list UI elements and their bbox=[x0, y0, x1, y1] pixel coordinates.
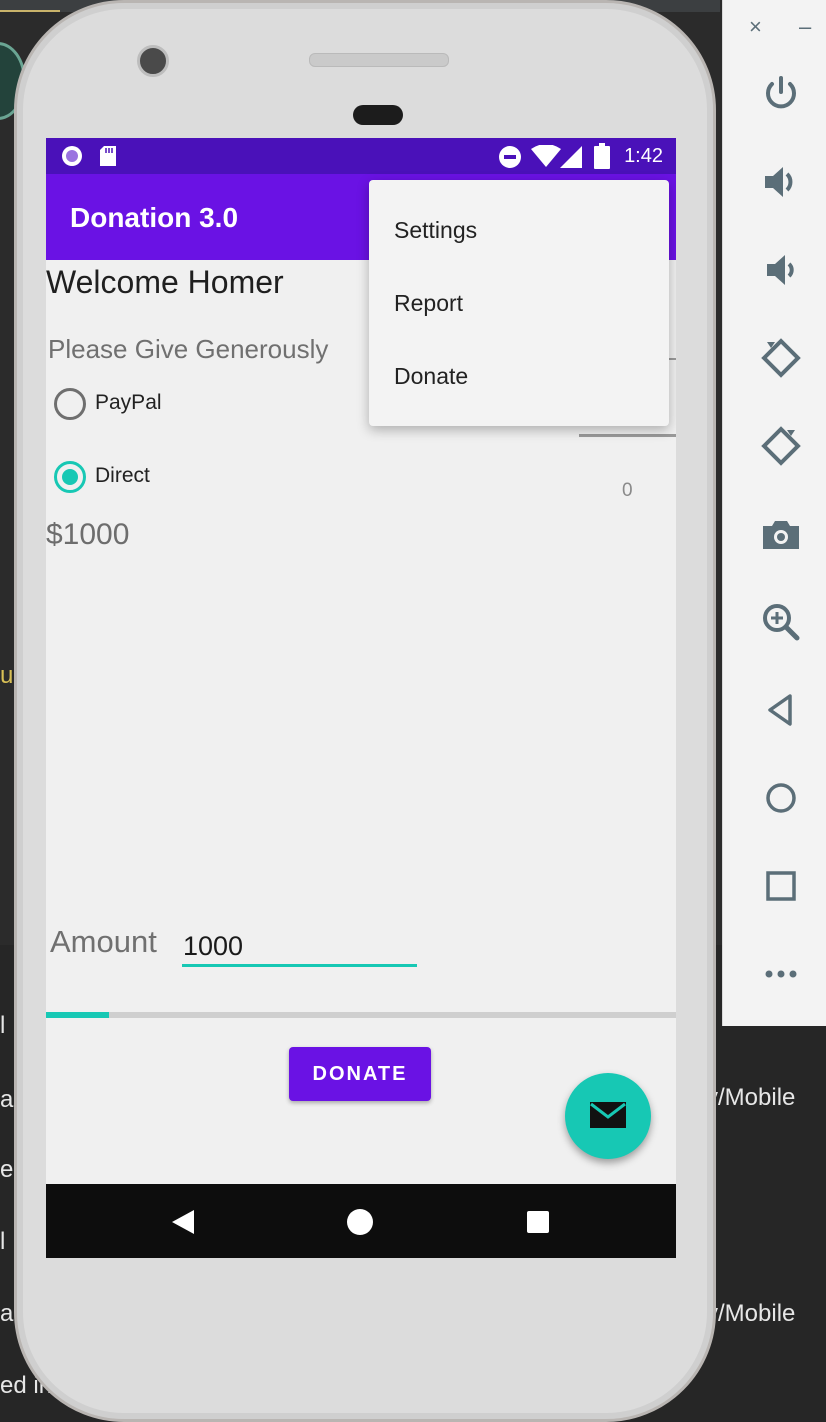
radio-button-unchecked[interactable] bbox=[54, 388, 86, 420]
camera-icon[interactable] bbox=[759, 512, 803, 556]
sd-card-icon bbox=[100, 146, 116, 166]
progress-fill bbox=[46, 1012, 109, 1018]
radio-button-checked[interactable] bbox=[54, 461, 86, 493]
status-time: 1:42 bbox=[624, 145, 663, 167]
app-title: Donation 3.0 bbox=[70, 202, 239, 233]
overflow-menu: Settings Report Donate bbox=[369, 180, 669, 426]
front-camera bbox=[137, 45, 169, 77]
back-icon[interactable] bbox=[759, 688, 803, 732]
emulator-toolbar: × – bbox=[722, 0, 826, 1026]
ide-text-line: e bbox=[0, 1156, 14, 1183]
nav-home-icon[interactable] bbox=[346, 1208, 374, 1236]
ide-text-line: a bbox=[0, 1300, 14, 1327]
earpiece-speaker bbox=[309, 53, 449, 67]
radio-label: PayPal bbox=[95, 391, 162, 414]
overview-icon[interactable] bbox=[759, 864, 803, 908]
power-icon[interactable] bbox=[759, 72, 803, 116]
donate-button[interactable]: DONATE bbox=[289, 1047, 431, 1101]
ide-text-line: u bbox=[0, 662, 14, 689]
nav-overview-icon[interactable] bbox=[526, 1210, 550, 1234]
system-nav-bar bbox=[46, 1184, 676, 1258]
ide-text-line: l bbox=[0, 1012, 6, 1039]
minimize-emulator-button[interactable]: – bbox=[799, 14, 811, 40]
number-picker-value[interactable]: 0 bbox=[622, 480, 633, 502]
close-emulator-button[interactable]: × bbox=[749, 14, 762, 40]
amount-label: Amount bbox=[50, 924, 157, 959]
nav-back-icon[interactable] bbox=[170, 1208, 196, 1236]
more-icon[interactable] bbox=[759, 952, 803, 996]
rotate-right-icon[interactable] bbox=[759, 424, 803, 468]
menu-item-donate[interactable]: Donate bbox=[394, 363, 468, 390]
ide-path-fragment: y/Mobile bbox=[706, 1084, 796, 1111]
home-icon[interactable] bbox=[759, 776, 803, 820]
menu-item-report[interactable]: Report bbox=[394, 290, 463, 317]
device-screen: 1:42 Donation 3.0 Welcome Homer Please G… bbox=[46, 138, 676, 1258]
subtitle-text: Please Give Generously bbox=[48, 334, 329, 364]
status-bar: 1:42 bbox=[46, 138, 676, 174]
battery-icon bbox=[594, 143, 610, 169]
amount-input[interactable] bbox=[182, 928, 417, 967]
signal-icon bbox=[560, 146, 582, 168]
volume-up-icon[interactable] bbox=[759, 160, 803, 204]
circle-icon bbox=[62, 146, 82, 166]
radio-label: Direct bbox=[95, 464, 150, 487]
ide-text-line: a bbox=[0, 1086, 14, 1113]
ide-text-line: l bbox=[0, 1228, 6, 1255]
total-amount: $1000 bbox=[46, 518, 130, 551]
email-fab[interactable] bbox=[565, 1073, 651, 1159]
zoom-icon[interactable] bbox=[759, 600, 803, 644]
wifi-icon bbox=[531, 145, 561, 167]
email-icon bbox=[590, 1102, 626, 1128]
welcome-text: Welcome Homer bbox=[46, 264, 284, 300]
number-picker-divider bbox=[579, 434, 676, 437]
rotate-left-icon[interactable] bbox=[759, 336, 803, 380]
ide-path-fragment: y/Mobile bbox=[706, 1300, 796, 1327]
ide-tab-indicator bbox=[0, 10, 60, 12]
volume-down-icon[interactable] bbox=[759, 248, 803, 292]
menu-item-settings[interactable]: Settings bbox=[394, 217, 477, 244]
donation-progress-bar bbox=[46, 1012, 676, 1018]
proximity-sensor bbox=[353, 105, 403, 125]
do-not-disturb-icon bbox=[499, 146, 521, 168]
